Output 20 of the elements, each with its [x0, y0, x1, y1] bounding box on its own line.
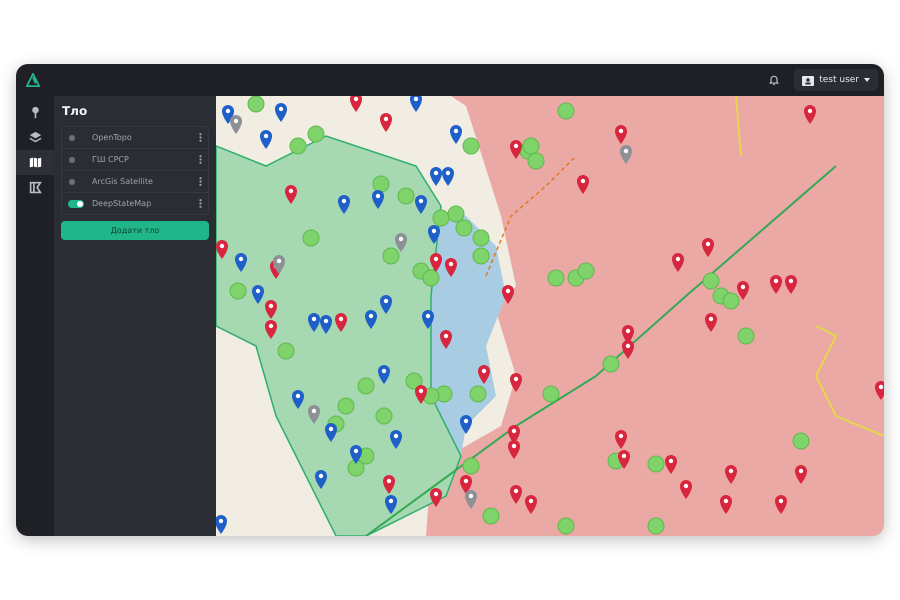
more-icon[interactable]	[199, 199, 202, 208]
layer-name: DeepStateMap	[92, 199, 152, 208]
more-icon[interactable]	[199, 177, 202, 186]
frame-icon	[28, 181, 42, 194]
add-layer-button[interactable]: Додати тло	[61, 221, 209, 240]
id-card-icon	[802, 74, 814, 86]
map-icon	[28, 156, 42, 169]
panel-title: Тло	[61, 104, 88, 120]
more-icon[interactable]	[199, 155, 202, 164]
layer-toggle[interactable]	[68, 200, 84, 208]
logo-icon	[26, 73, 40, 87]
more-icon[interactable]	[199, 133, 202, 142]
user-menu-button[interactable]: test user	[794, 69, 878, 91]
layers-icon	[28, 131, 42, 144]
layer-name: ArcGis Satellite	[92, 177, 154, 186]
caret-icon	[864, 78, 870, 82]
layer-name: OpenTopo	[92, 133, 133, 142]
layer-name: ГШ СРСР	[92, 155, 130, 164]
bell-icon[interactable]	[768, 74, 780, 86]
sidebar-nav-button[interactable]	[16, 150, 54, 175]
